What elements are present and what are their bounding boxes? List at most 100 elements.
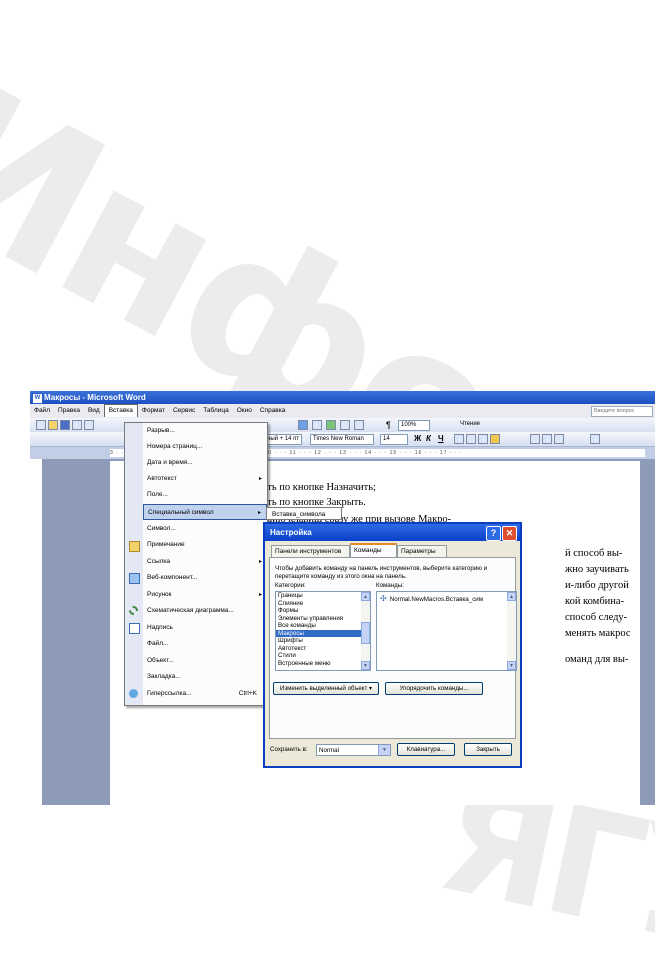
- menu-item-picture[interactable]: Рисунок ▸: [143, 587, 267, 603]
- word-icon: W: [32, 393, 43, 404]
- save-in-label: Сохранить в:: [270, 746, 308, 753]
- indent-icon[interactable]: [554, 434, 564, 444]
- menu-item-field[interactable]: Поле...: [143, 487, 267, 503]
- print-icon[interactable]: [84, 420, 94, 430]
- style-combo[interactable]: ный + 14 пт: [266, 434, 302, 445]
- font-size-combo[interactable]: 14: [380, 434, 408, 445]
- chevron-down-icon[interactable]: ▼: [378, 745, 390, 755]
- scroll-up-icon[interactable]: ▲: [507, 592, 516, 601]
- scroll-down-icon[interactable]: ▼: [507, 661, 516, 670]
- bullets-icon[interactable]: [542, 434, 552, 444]
- menu-item-symbol[interactable]: Символ...: [143, 521, 267, 537]
- submenu-arrow-icon: ▸: [258, 559, 262, 565]
- menu-help[interactable]: Справка: [256, 404, 290, 418]
- open-folder-icon[interactable]: [48, 420, 58, 430]
- numbering-icon[interactable]: [530, 434, 540, 444]
- align-left-icon[interactable]: [454, 434, 464, 444]
- save-icon[interactable]: [60, 420, 70, 430]
- tables-icon[interactable]: [312, 420, 322, 430]
- save-in-combo[interactable]: Normal ▼: [316, 744, 391, 756]
- comment-icon: [129, 541, 140, 552]
- borders-icon[interactable]: [590, 434, 600, 444]
- show-marks-icon[interactable]: ¶: [386, 418, 391, 432]
- drawing-icon[interactable]: [354, 420, 364, 430]
- align-center-icon[interactable]: [466, 434, 476, 444]
- doc-line: кой комбина-: [565, 596, 625, 607]
- submenu-arrow-icon: ▸: [258, 592, 262, 598]
- list-item[interactable]: Стили: [276, 652, 370, 660]
- excel-table-icon[interactable]: [326, 420, 336, 430]
- doc-line: способ следу-: [565, 612, 628, 623]
- menu-item-autotext[interactable]: Автотекст ▸: [143, 471, 267, 487]
- help-icon[interactable]: ?: [486, 526, 501, 541]
- doc-line: менять макрос: [565, 628, 631, 639]
- textbox-icon: [129, 623, 140, 634]
- list-item[interactable]: Встроенные меню: [276, 660, 370, 668]
- menu-item-bookmark[interactable]: Закладка...: [143, 669, 267, 685]
- doc-line: уть по кнопке Назначить;: [262, 482, 376, 493]
- list-item[interactable]: Элементы управления: [276, 615, 370, 623]
- keyboard-button[interactable]: Клавиатура...: [397, 743, 455, 756]
- scroll-down-icon[interactable]: ▼: [361, 661, 370, 670]
- menu-format[interactable]: Формат: [138, 404, 169, 418]
- permission-icon[interactable]: [72, 420, 82, 430]
- submenu-arrow-icon: ▸: [258, 476, 262, 482]
- menu-table[interactable]: Таблица: [199, 404, 233, 418]
- categories-label: Категории:: [275, 582, 306, 589]
- align-right-icon[interactable]: [478, 434, 488, 444]
- bold-button[interactable]: Ж: [414, 433, 421, 445]
- special-symbol-submenu[interactable]: Вставка_символа: [266, 507, 342, 520]
- menu-item-hyperlink[interactable]: Гиперссылка... Ctrl+K: [143, 686, 267, 702]
- categories-scrollbar[interactable]: ▲ ▼: [361, 592, 370, 670]
- menu-item-file[interactable]: Файл...: [143, 636, 267, 652]
- tab-options[interactable]: Параметры: [397, 545, 447, 557]
- menu-item-break[interactable]: Разрыв...: [143, 423, 267, 439]
- menu-tools[interactable]: Сервис: [169, 404, 199, 418]
- menu-edit[interactable]: Правка: [54, 404, 84, 418]
- menu-item-comment[interactable]: Примечание: [143, 537, 267, 553]
- menu-insert[interactable]: Вставка: [103, 404, 138, 417]
- menu-window[interactable]: Окно: [233, 404, 256, 418]
- list-item[interactable]: Все команды: [276, 622, 370, 630]
- menu-view[interactable]: Вид: [84, 404, 104, 418]
- close-icon[interactable]: ✕: [502, 526, 517, 541]
- menu-file[interactable]: Файл: [30, 404, 54, 418]
- menu-item-web-component[interactable]: Веб-компонент...: [143, 570, 267, 586]
- ask-question-input[interactable]: Введите вопрос: [591, 406, 653, 417]
- new-document-icon[interactable]: [36, 420, 46, 430]
- window-title-bar: W Макросы - Microsoft Word: [30, 391, 655, 404]
- reading-button[interactable]: Чтение: [460, 420, 480, 429]
- menu-item-diagram[interactable]: Схематическая диаграмма...: [143, 603, 267, 619]
- tab-toolbars[interactable]: Панели инструментов: [271, 545, 350, 557]
- italic-button[interactable]: К: [426, 433, 431, 445]
- list-item[interactable]: Слияние: [276, 600, 370, 608]
- menu-item-page-numbers[interactable]: Номера страниц...: [143, 439, 267, 455]
- font-combo[interactable]: Times New Roman: [310, 434, 374, 445]
- underline-button[interactable]: Ч: [438, 433, 444, 445]
- macro-command-row[interactable]: ✣ Normal.NewMacros.Вставка_сим: [380, 595, 483, 605]
- list-item[interactable]: Автотекст: [276, 645, 370, 653]
- submenu-item-insert-symbol[interactable]: Вставка_символа: [272, 511, 325, 518]
- scroll-thumb[interactable]: [361, 622, 370, 644]
- list-item-selected[interactable]: Макросы: [276, 629, 370, 637]
- hyperlink-icon[interactable]: [298, 420, 308, 430]
- menu-item-reference[interactable]: Ссылка ▸: [143, 554, 267, 570]
- list-item[interactable]: Границы: [276, 592, 370, 600]
- scroll-up-icon[interactable]: ▲: [361, 592, 370, 601]
- commands-list[interactable]: ✣ Normal.NewMacros.Вставка_сим ▲ ▼: [376, 591, 517, 671]
- rearrange-commands-button[interactable]: Упорядочить команды...: [385, 682, 483, 695]
- menu-item-date-time[interactable]: Дата и время...: [143, 455, 267, 471]
- tab-commands[interactable]: Команды: [350, 543, 397, 558]
- justify-icon[interactable]: [490, 434, 500, 444]
- menu-item-special-symbol[interactable]: Специальный символ ▸: [143, 504, 267, 520]
- menu-item-object[interactable]: Объект...: [143, 653, 267, 669]
- list-item[interactable]: Шрифты: [276, 637, 370, 645]
- close-button[interactable]: Закрыть: [464, 743, 512, 756]
- commands-scrollbar[interactable]: ▲ ▼: [507, 592, 516, 670]
- columns-icon[interactable]: [340, 420, 350, 430]
- menu-item-textbox[interactable]: Надпись: [143, 620, 267, 636]
- list-item[interactable]: Формы: [276, 607, 370, 615]
- modify-selection-button[interactable]: Изменить выделенный объект ▾: [273, 682, 379, 695]
- zoom-combo[interactable]: 100%: [398, 420, 430, 431]
- categories-list[interactable]: Границы Слияние Формы Элементы управлени…: [275, 591, 371, 671]
